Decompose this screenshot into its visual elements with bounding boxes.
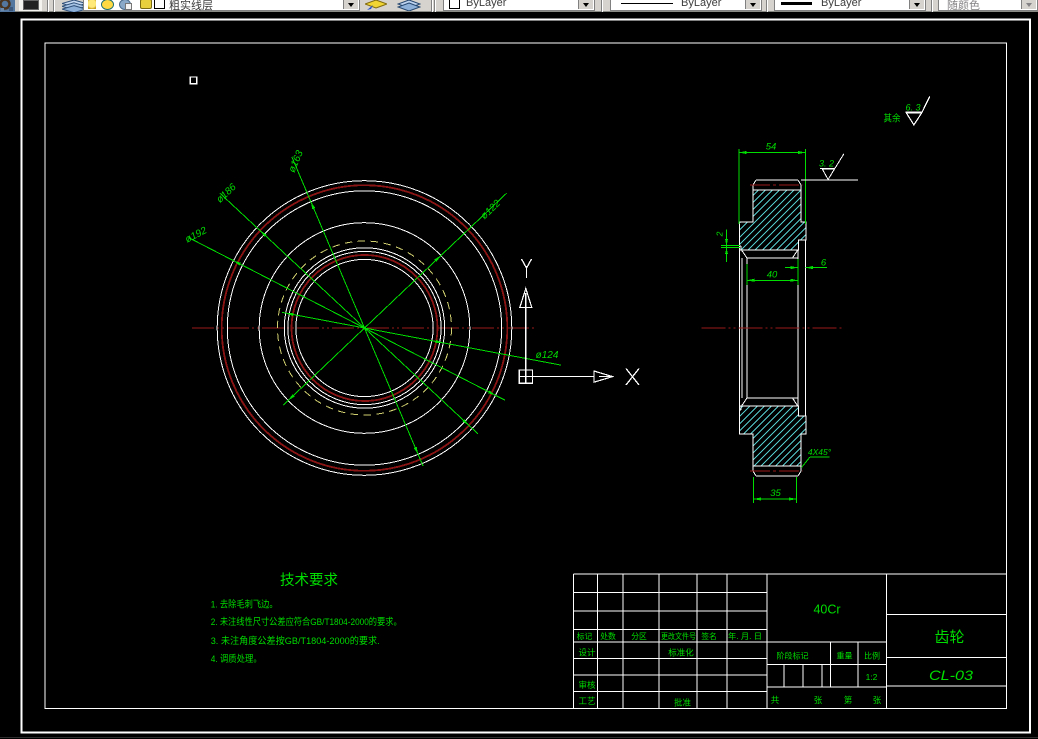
svg-text:3. 未注角度公差按GB/T1804-2000的要求.: 3. 未注角度公差按GB/T1804-2000的要求.	[211, 635, 380, 647]
svg-text:第: 第	[844, 695, 853, 705]
svg-text:CL-03: CL-03	[929, 667, 973, 683]
svg-text:签名: 签名	[701, 631, 717, 641]
svg-text:标准化: 标准化	[668, 648, 694, 658]
svg-text:40Cr: 40Cr	[813, 603, 840, 617]
svg-text:重量: 重量	[837, 651, 853, 661]
svg-text:1. 去除毛刺飞边。: 1. 去除毛刺飞边。	[211, 599, 278, 611]
svg-text:2. 未注线性尺寸公差应符合GB/T1804-2000的要求: 2. 未注线性尺寸公差应符合GB/T1804-2000的要求。	[211, 616, 402, 628]
svg-text:2: 2	[715, 231, 725, 237]
svg-text:分区: 分区	[631, 632, 647, 641]
svg-text:6. 3: 6. 3	[905, 103, 920, 113]
svg-text:3. 2: 3. 2	[819, 159, 834, 169]
svg-text:张: 张	[814, 695, 823, 705]
svg-text:标记: 标记	[577, 631, 593, 641]
svg-text:6: 6	[821, 258, 827, 269]
svg-text:审核: 审核	[578, 680, 596, 690]
svg-text:其余: 其余	[884, 112, 901, 125]
svg-text:40: 40	[767, 270, 778, 281]
svg-text:年. 月. 日: 年. 月. 日	[728, 631, 762, 641]
svg-text:共: 共	[771, 695, 780, 705]
svg-text:比例: 比例	[864, 651, 880, 661]
svg-text:批准: 批准	[674, 698, 692, 708]
svg-text:4X45°: 4X45°	[808, 447, 832, 457]
svg-text:更改文件号: 更改文件号	[661, 631, 696, 641]
svg-text:4. 调质处理。: 4. 调质处理。	[211, 653, 262, 665]
svg-text:齿轮: 齿轮	[934, 629, 964, 646]
svg-text:设计: 设计	[578, 648, 596, 658]
svg-text:技术要求: 技术要求	[280, 572, 338, 589]
svg-text:处数: 处数	[600, 631, 616, 641]
svg-text:1:2: 1:2	[866, 672, 878, 682]
svg-text:工艺: 工艺	[578, 696, 595, 706]
svg-text:阶段标记: 阶段标记	[777, 651, 809, 661]
svg-text:张: 张	[873, 695, 882, 705]
svg-text:35: 35	[770, 488, 781, 499]
svg-text:54: 54	[766, 142, 777, 153]
svg-text:ø124: ø124	[536, 350, 559, 361]
